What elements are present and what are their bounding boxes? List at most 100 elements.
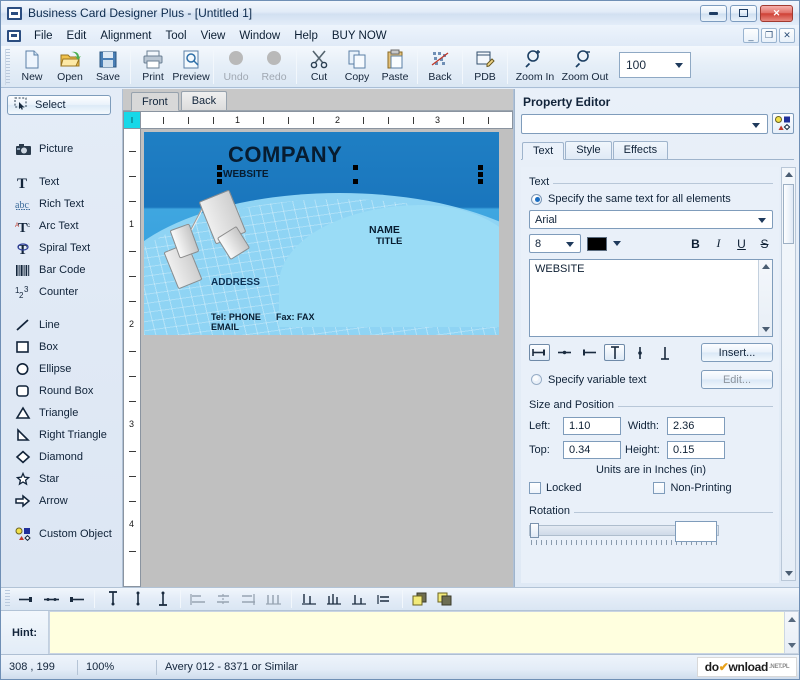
mdi-minimize-button[interactable]: _ (743, 28, 759, 43)
palette-item-rich-text[interactable]: abc Rich Text (7, 193, 122, 215)
palette-item-ellipse[interactable]: Ellipse (7, 358, 122, 380)
toolbar-zoom-out-button[interactable]: Zoom Out (559, 47, 611, 87)
toolbar-back-button[interactable]: Back (421, 47, 459, 87)
system-menu-icon[interactable] (7, 7, 22, 20)
palette-item-triangle[interactable]: Triangle (7, 402, 122, 424)
scrollbar-thumb[interactable] (783, 184, 794, 244)
palette-item-text[interactable]: T Text (7, 171, 122, 193)
palette-item-round-box[interactable]: Round Box (7, 380, 122, 402)
mdi-close-button[interactable]: ✕ (779, 28, 795, 43)
locked-checkbox[interactable] (529, 482, 541, 494)
object-picker-button[interactable] (772, 113, 794, 134)
palette-item-custom-object[interactable]: Custom Object (7, 523, 122, 545)
property-panel-scrollbar[interactable] (781, 167, 796, 581)
card-phone-text[interactable]: Tel: PHONE (211, 312, 261, 322)
card-name-text[interactable]: NAME (369, 224, 400, 236)
palette-item-picture[interactable]: Picture (7, 138, 122, 160)
tab-effects[interactable]: Effects (613, 141, 668, 159)
toolbar-undo-button[interactable]: Undo (217, 47, 255, 87)
card-fax-text[interactable]: Fax: FAX (276, 312, 315, 322)
palette-item-arrow[interactable]: Arrow (7, 490, 122, 512)
card-address-text[interactable]: ADDRESS (211, 277, 260, 288)
vertical-ruler[interactable]: 1 2 3 4 (123, 129, 141, 587)
scroll-up-icon[interactable] (762, 264, 770, 269)
toolbar-redo-button[interactable]: Redo (255, 47, 293, 87)
palette-item-arc-text[interactable]: TAc Arc Text (7, 215, 122, 237)
variable-text-radio[interactable] (531, 374, 542, 385)
edit-button[interactable]: Edit... (701, 370, 773, 389)
design-canvas[interactable]: COMPANY WEBSITE NAME TITLE ADDRESS Tel: … (141, 129, 513, 587)
distribute-h-icon[interactable] (347, 589, 372, 609)
send-to-back-icon[interactable] (433, 589, 458, 609)
close-button[interactable]: ✕ (760, 5, 793, 22)
menu-item-view[interactable]: View (194, 28, 233, 44)
slider-thumb[interactable] (530, 523, 539, 538)
tab-text[interactable]: Text (522, 142, 564, 160)
valign-top-icon[interactable] (604, 344, 625, 361)
document-menu-icon[interactable] (7, 30, 21, 42)
scroll-up-icon[interactable] (788, 617, 796, 622)
toolbar-new-button[interactable]: New (13, 47, 51, 87)
valign-bottom-icon[interactable] (654, 344, 675, 361)
toolbar-pdb-button[interactable]: PDB (466, 47, 504, 87)
menu-item-buy-now[interactable]: BUY NOW (325, 28, 394, 44)
non-printing-checkbox[interactable] (653, 482, 665, 494)
scroll-down-icon[interactable] (785, 571, 793, 576)
toolbar-preview-button[interactable]: Preview (172, 47, 210, 87)
underline-button[interactable]: U (733, 237, 750, 251)
space-across-icon[interactable] (186, 589, 211, 609)
make-same-width-icon[interactable] (261, 589, 286, 609)
tab-style[interactable]: Style (565, 141, 611, 159)
align-top-icon[interactable] (100, 589, 125, 609)
alignment-toolbar-grip[interactable] (5, 590, 10, 608)
top-field[interactable]: 0.34 (563, 441, 621, 459)
valign-middle-icon[interactable] (629, 344, 650, 361)
menu-item-edit[interactable]: Edit (60, 28, 94, 44)
text-content-textarea[interactable]: WEBSITE (529, 259, 773, 337)
menu-item-window[interactable]: Window (232, 28, 287, 44)
palette-item-box[interactable]: Box (7, 336, 122, 358)
align-center-icon[interactable] (554, 344, 575, 361)
minimize-button[interactable] (700, 5, 727, 22)
zoom-level-combobox[interactable]: 100 (619, 52, 691, 78)
menu-item-file[interactable]: File (27, 28, 60, 44)
space-evenly-icon[interactable] (211, 589, 236, 609)
center-page-h-icon[interactable] (297, 589, 322, 609)
font-family-combobox[interactable]: Arial (529, 210, 773, 229)
toolbar-grip[interactable] (5, 49, 10, 85)
menu-item-help[interactable]: Help (287, 28, 325, 44)
height-field[interactable]: 0.15 (667, 441, 725, 459)
palette-item-bar-code[interactable]: Bar Code (7, 259, 122, 281)
align-right-icon[interactable] (64, 589, 89, 609)
rotation-slider[interactable] (529, 523, 719, 537)
selection-handle[interactable] (478, 165, 483, 170)
font-size-combobox[interactable]: 8 (529, 234, 581, 253)
selection-handle[interactable] (353, 165, 358, 170)
color-dropdown-arrow-icon[interactable] (613, 241, 621, 246)
palette-select-button[interactable]: Select (7, 95, 111, 115)
align-bottom-icon[interactable] (150, 589, 175, 609)
toolbar-open-button[interactable]: Open (51, 47, 89, 87)
menu-item-alignment[interactable]: Alignment (93, 28, 158, 44)
width-field[interactable]: 2.36 (667, 417, 725, 435)
palette-item-right-triangle[interactable]: Right Triangle (7, 424, 122, 446)
horizontal-ruler[interactable]: 1 2 3 (141, 111, 513, 129)
same-text-radio[interactable] (531, 194, 542, 205)
bring-to-front-icon[interactable] (408, 589, 433, 609)
scroll-up-icon[interactable] (785, 172, 793, 177)
font-color-swatch[interactable] (587, 237, 607, 251)
card-email-text[interactable]: EMAIL (211, 322, 239, 332)
italic-button[interactable]: I (710, 236, 727, 251)
textarea-scrollbar[interactable] (758, 260, 772, 336)
align-left-icon[interactable] (529, 344, 550, 361)
toolbar-cut-button[interactable]: Cut (300, 47, 338, 87)
selection-handle[interactable] (217, 165, 222, 170)
hint-field[interactable] (49, 611, 799, 654)
tab-front[interactable]: Front (131, 92, 179, 111)
selection-handle[interactable] (478, 172, 483, 177)
scroll-down-icon[interactable] (762, 327, 770, 332)
business-card-front[interactable]: COMPANY WEBSITE NAME TITLE ADDRESS Tel: … (144, 132, 499, 335)
left-field[interactable]: 1.10 (563, 417, 621, 435)
palette-item-counter[interactable]: 123 Counter (7, 281, 122, 303)
align-left-icon[interactable] (14, 589, 39, 609)
